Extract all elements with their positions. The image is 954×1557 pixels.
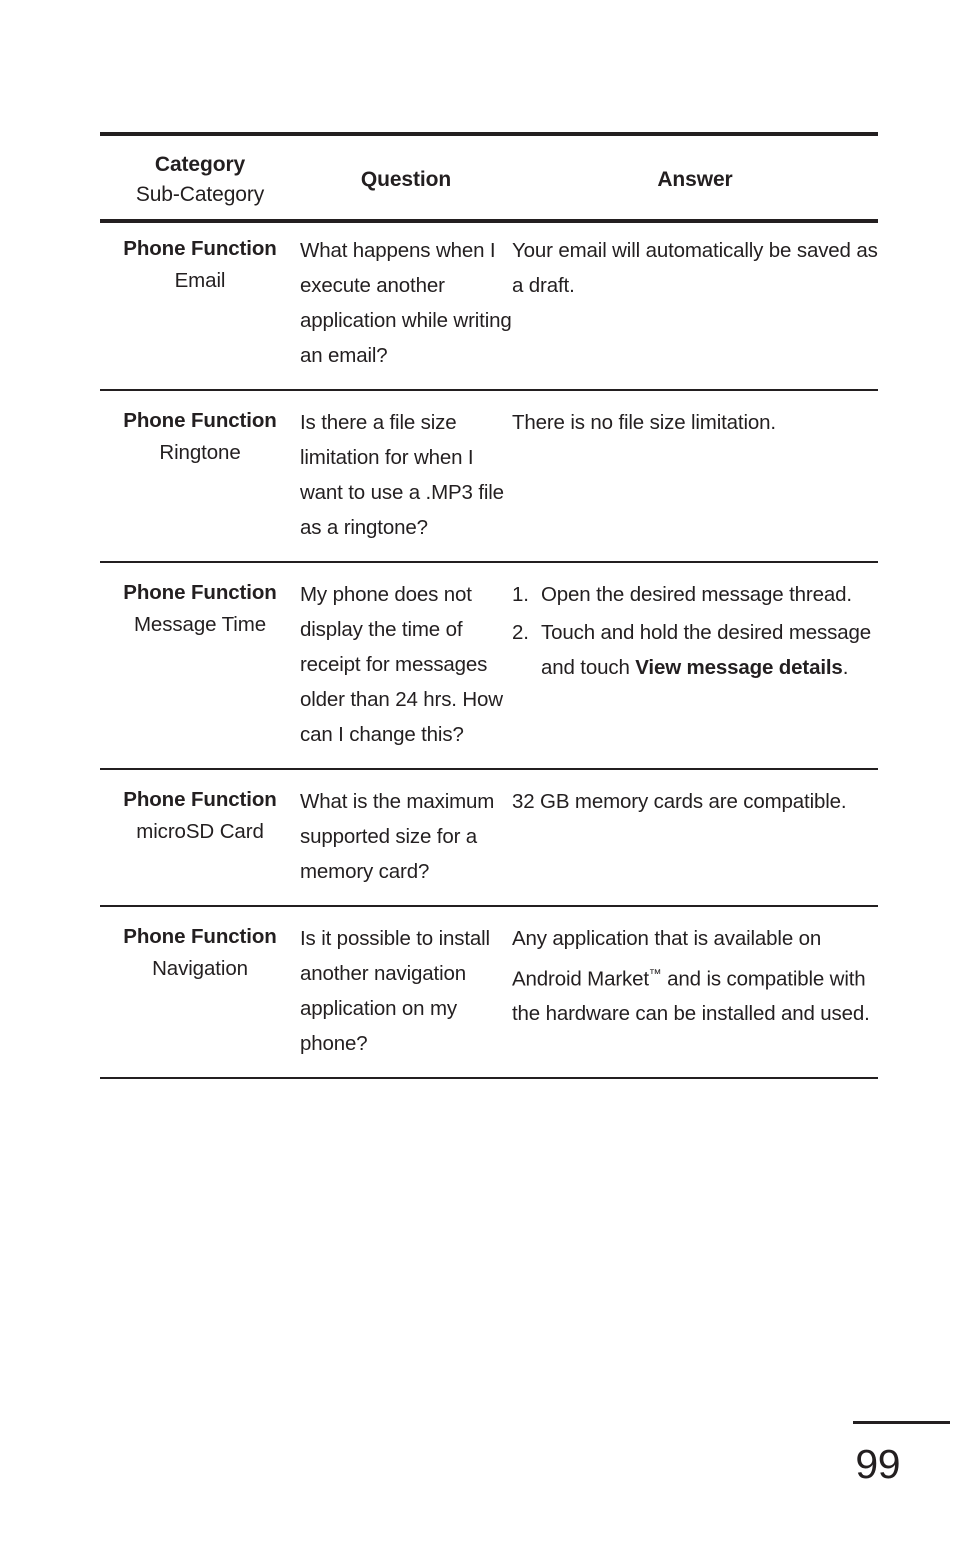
step-number: 1. xyxy=(512,583,529,606)
cell-answer: Your email will automatically be saved a… xyxy=(512,239,878,297)
category-main: Phone Function xyxy=(123,409,277,432)
category-sub: Message Time xyxy=(133,613,267,636)
step-number: 2. xyxy=(512,621,529,644)
document-page: Category Sub-Category Question Answer Ph… xyxy=(0,0,954,1557)
list-item: 2. Touch and hold the desired message and… xyxy=(512,615,878,685)
table-row: Phone Function microSD Card What is the … xyxy=(100,768,878,906)
column-header-question-label: Question xyxy=(360,168,452,191)
cell-question: What happens when I execute another appl… xyxy=(300,239,512,367)
category-main: Phone Function xyxy=(123,581,277,604)
cell-category: Phone Function microSD Card xyxy=(100,768,300,906)
column-header-question: Question xyxy=(300,132,512,219)
page-number: 99 xyxy=(855,1441,900,1487)
category-sub: Email xyxy=(174,269,226,292)
table-row: Phone Function Navigation Is it possible… xyxy=(100,905,878,1079)
table-row: Phone Function Ringtone Is there a file … xyxy=(100,389,878,562)
cell-question: Is there a file size limitation for when… xyxy=(300,389,512,562)
table-header: Category Sub-Category Question Answer xyxy=(100,132,878,219)
table-header-row: Category Sub-Category Question Answer xyxy=(100,132,878,219)
column-header-category: Category Sub-Category xyxy=(100,132,300,219)
table-body: Phone Function Email What happens when I… xyxy=(100,219,878,1079)
cell-question: My phone does not display the time of re… xyxy=(300,561,512,769)
footer-rule xyxy=(853,1421,950,1424)
column-header-category-sub: Sub-Category xyxy=(135,183,265,206)
cell-category: Phone Function Ringtone xyxy=(100,389,300,562)
category-sub: microSD Card xyxy=(136,820,264,843)
step-text-after: . xyxy=(842,656,849,679)
table-row: Phone Function Message Time My phone doe… xyxy=(100,561,878,769)
step-text-emphasis: View message details xyxy=(635,656,843,679)
cell-answer: 32 GB memory cards are compatible. xyxy=(512,768,878,906)
category-main: Phone Function xyxy=(123,237,277,260)
cell-category: Phone Function Navigation xyxy=(100,905,300,1079)
category-sub: Ringtone xyxy=(159,441,241,464)
cell-question: What is the maximum supported size for a… xyxy=(300,768,512,906)
list-item: 1. Open the desired message thread. xyxy=(512,577,878,612)
trademark-icon: ™ xyxy=(648,966,662,981)
category-main: Phone Function xyxy=(123,925,277,948)
column-header-answer-label: Answer xyxy=(657,168,733,191)
step-text: Open the desired message thread. xyxy=(541,583,852,606)
answer-step-list: 1. Open the desired message thread. 2. Tou… xyxy=(512,577,878,685)
cell-answer: Any application that is available on And… xyxy=(512,905,878,1079)
cell-category: Phone Function Message Time xyxy=(100,561,300,769)
category-main: Phone Function xyxy=(123,788,277,811)
cell-answer: There is no file size limitation. xyxy=(512,389,878,562)
column-header-category-main: Category xyxy=(154,153,246,176)
table-row: Phone Function Email What happens when I… xyxy=(100,219,878,390)
faq-table: Category Sub-Category Question Answer Ph… xyxy=(100,132,878,1079)
cell-answer: 1. Open the desired message thread. 2. Tou… xyxy=(512,561,878,769)
column-header-answer: Answer xyxy=(512,132,878,219)
cell-question: Is it possible to install another naviga… xyxy=(300,905,512,1079)
cell-category: Phone Function Email xyxy=(100,219,300,390)
category-sub: Navigation xyxy=(152,957,248,980)
